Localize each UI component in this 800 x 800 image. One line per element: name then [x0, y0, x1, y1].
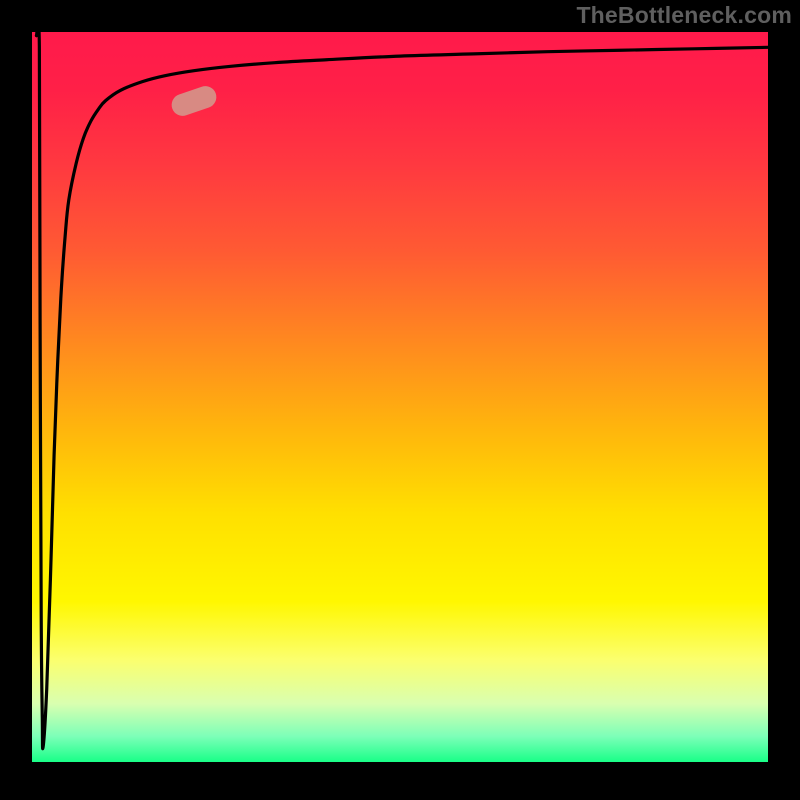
chart-svg — [0, 0, 800, 800]
attribution-text: TheBottleneck.com — [576, 2, 792, 29]
plot-background — [32, 32, 768, 762]
chart-root: TheBottleneck.com — [0, 0, 800, 800]
